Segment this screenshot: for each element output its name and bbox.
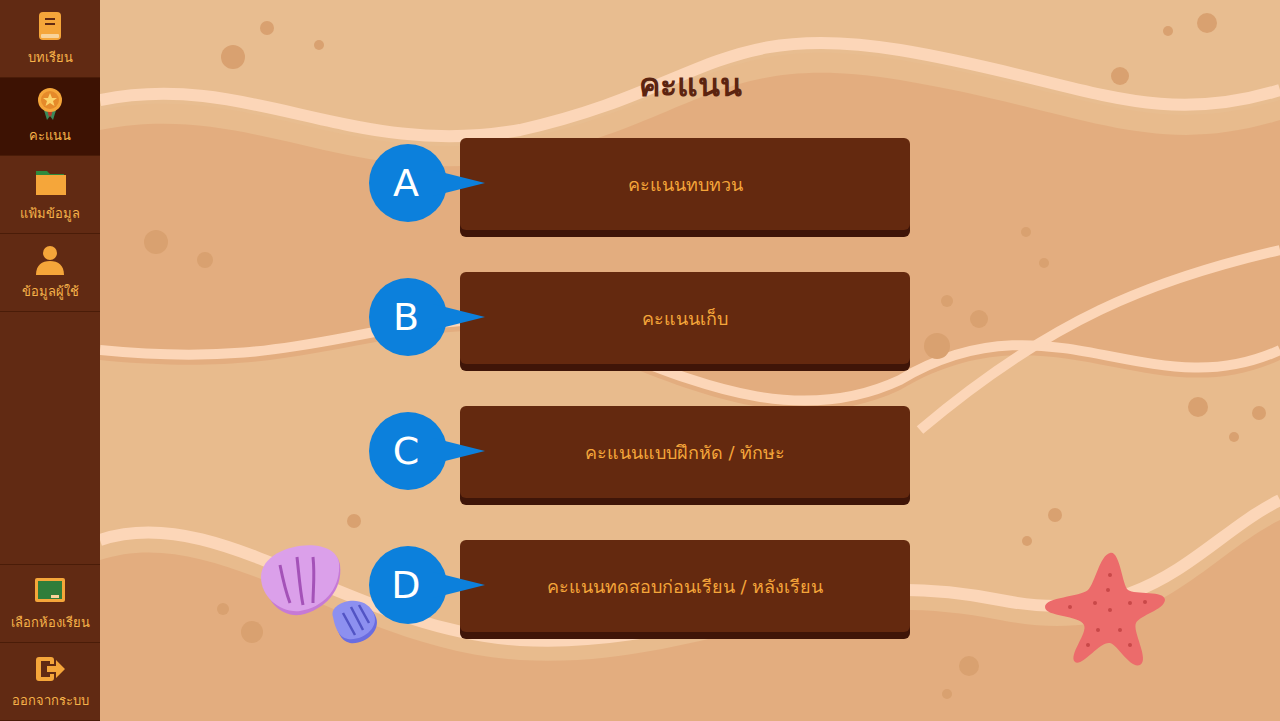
score-option-list: คะแนนทบทวนA คะแนนเก็บB คะแนนแบบฝึกหัด / ทั… bbox=[460, 138, 910, 640]
sidebar-bottom-item[interactable]: เลือกห้องเรียน bbox=[0, 565, 100, 643]
medal-icon bbox=[33, 87, 67, 121]
sidebar-item-label: บทเรียน bbox=[28, 47, 73, 68]
callout-badge: C bbox=[369, 412, 447, 490]
user-icon bbox=[33, 243, 67, 277]
starfish-icon bbox=[1040, 545, 1180, 670]
score-option-row: คะแนนแบบฝึกหัด / ทักษะC bbox=[460, 406, 910, 506]
sidebar-item-label: แฟ้มข้อมูล bbox=[20, 203, 80, 224]
sidebar-spacer bbox=[0, 312, 100, 565]
page-title: คะแนน bbox=[639, 62, 742, 108]
sidebar-item[interactable]: ข้อมูลผู้ใช้ bbox=[0, 234, 100, 312]
callout-badge: B bbox=[369, 278, 447, 356]
sidebar-item-label: เลือกห้องเรียน bbox=[11, 612, 90, 633]
sidebar: บทเรียนคะแนนแฟ้มข้อมูลข้อมูลผู้ใช้เลือกห… bbox=[0, 0, 100, 721]
score-option-row: คะแนนทบทวนA bbox=[460, 138, 910, 238]
score-option-button[interactable]: คะแนนแบบฝึกหัด / ทักษะ bbox=[460, 406, 910, 498]
sidebar-item-label: ออกจากระบบ bbox=[12, 690, 89, 711]
score-page: คะแนนคะแนนทบทวนAคะแนนเก็บBคะแนนแบบฝึกหัด… bbox=[100, 0, 1280, 721]
score-option-button[interactable]: คะแนนเก็บ bbox=[460, 272, 910, 364]
app: บทเรียนคะแนนแฟ้มข้อมูลข้อมูลผู้ใช้เลือกห… bbox=[0, 0, 1280, 721]
callout-badge: A bbox=[369, 144, 447, 222]
sidebar-item-label: ข้อมูลผู้ใช้ bbox=[22, 281, 79, 302]
sidebar-item[interactable]: คะแนน bbox=[0, 78, 100, 156]
callout-badge: D bbox=[369, 546, 447, 624]
score-option-button[interactable]: คะแนนทบทวน bbox=[460, 138, 910, 230]
sidebar-item-label: คะแนน bbox=[29, 125, 71, 146]
sidebar-item[interactable]: บทเรียน bbox=[0, 0, 100, 78]
score-option-row: คะแนนเก็บB bbox=[460, 272, 910, 372]
folder-icon bbox=[33, 165, 67, 199]
sidebar-bottom-item[interactable]: ออกจากระบบ bbox=[0, 643, 100, 721]
classroom-board-icon bbox=[33, 574, 67, 608]
logout-icon bbox=[33, 652, 67, 686]
sidebar-item[interactable]: แฟ้มข้อมูล bbox=[0, 156, 100, 234]
score-option-button[interactable]: คะแนนทดสอบก่อนเรียน / หลังเรียน bbox=[460, 540, 910, 632]
score-option-row: คะแนนทดสอบก่อนเรียน / หลังเรียนD bbox=[460, 540, 910, 640]
book-icon bbox=[33, 9, 67, 43]
